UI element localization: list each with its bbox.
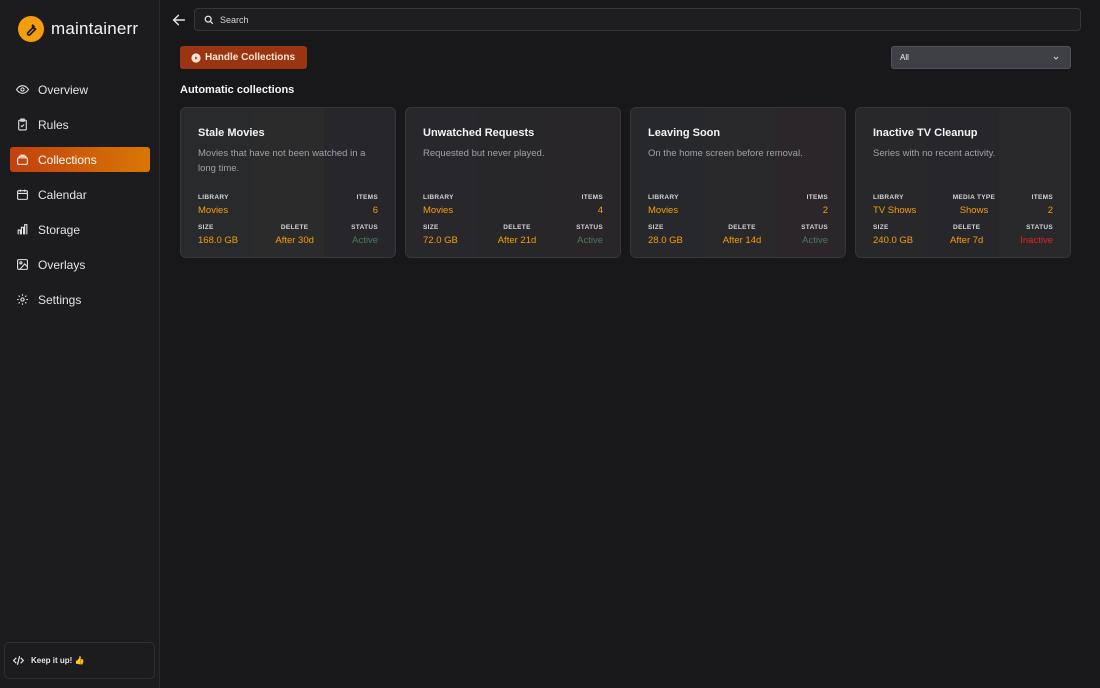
collection-card-stale-movies[interactable]: Stale Movies Movies that have not been w…	[180, 107, 396, 258]
delete-value: After 21d	[497, 235, 537, 246]
code-icon	[12, 656, 25, 665]
delete-label: DELETE	[280, 224, 309, 231]
status-value: Inactive	[1020, 235, 1053, 246]
section-title: Automatic collections	[180, 84, 295, 96]
library-label: LIBRARY	[423, 194, 454, 201]
sidebar-item-label: Overlays	[38, 257, 86, 272]
eye-icon	[16, 85, 29, 94]
library-label: LIBRARY	[873, 194, 904, 201]
chevron-down-icon	[1053, 56, 1059, 60]
archive-icon	[17, 154, 28, 165]
sidebar-item-label: Collections	[38, 152, 97, 167]
sidebar-item-calendar[interactable]: Calendar	[10, 182, 150, 207]
sidebar-item-label: Overview	[38, 82, 89, 97]
sidebar-item-collections[interactable]: Collections	[10, 147, 150, 172]
collection-card-unwatched-requests[interactable]: Unwatched Requests Requested but never p…	[405, 107, 621, 258]
card-title: Unwatched Requests	[423, 127, 535, 139]
size-label: SIZE	[198, 224, 214, 231]
library-value: Movies	[198, 205, 229, 216]
delete-value: After 14d	[722, 235, 762, 246]
sidebar-item-overlays[interactable]: Overlays	[10, 252, 150, 277]
status-label: STATUS	[1026, 224, 1053, 231]
sidebar-item-overview[interactable]: Overview	[10, 77, 150, 102]
size-label: SIZE	[873, 224, 889, 231]
size-value: 72.0 GB	[423, 235, 458, 246]
items-value: 2	[1047, 205, 1053, 216]
status-label: STATUS	[576, 224, 603, 231]
keep-it-up-label: Keep it up! 👍	[31, 656, 85, 665]
items-label: ITEMS	[581, 194, 603, 201]
library-filter-select[interactable]: All	[891, 46, 1071, 69]
calendar-icon	[17, 189, 28, 200]
size-label: SIZE	[648, 224, 664, 231]
library-filter-value: All	[900, 53, 909, 62]
delete-value: After 30d	[275, 235, 314, 246]
library-label: LIBRARY	[198, 194, 229, 201]
status-label: STATUS	[351, 224, 378, 231]
size-value: 168.0 GB	[198, 235, 239, 246]
sidebar-item-storage[interactable]: Storage	[10, 217, 150, 242]
sidebar-item-label: Settings	[38, 292, 82, 307]
card-title: Inactive TV Cleanup	[873, 127, 978, 139]
sidebar-item-label: Storage	[38, 222, 81, 237]
handle-collections-button[interactable]: Handle Collections	[180, 46, 307, 69]
size-label: SIZE	[423, 224, 439, 231]
items-label: ITEMS	[356, 194, 378, 201]
status-value: Active	[577, 235, 603, 246]
library-value: Movies	[648, 205, 679, 216]
app-logo[interactable]: maintainerr	[18, 16, 138, 42]
search-bar[interactable]	[194, 8, 1081, 31]
items-label: ITEMS	[806, 194, 828, 201]
sidebar-item-label: Calendar	[38, 187, 87, 202]
wrench-icon	[18, 16, 44, 42]
delete-label: DELETE	[503, 224, 531, 231]
card-description: Movies that have not been watched in a l…	[198, 148, 366, 174]
size-value: 28.0 GB	[648, 235, 683, 246]
collection-card-inactive-tv-cleanup[interactable]: Inactive TV Cleanup Series with no recen…	[855, 107, 1071, 258]
bar-chart-icon	[17, 224, 28, 235]
gear-icon	[17, 294, 28, 305]
library-label: LIBRARY	[648, 194, 679, 201]
clipboard-check-icon	[18, 118, 27, 131]
app-name: maintainerr	[51, 19, 139, 38]
sidebar-nav: Overview Rules Collections Calendar Stor…	[10, 77, 150, 322]
status-value: Active	[802, 235, 828, 246]
sidebar: maintainerr Overview Rules Collections C…	[0, 0, 160, 688]
status-value: Active	[352, 235, 378, 246]
sidebar-item-settings[interactable]: Settings	[10, 287, 150, 312]
sidebar-item-label: Rules	[38, 117, 69, 132]
media-type-value: Shows	[959, 205, 989, 216]
image-icon	[17, 259, 28, 270]
items-value: 2	[822, 205, 828, 216]
delete-label: DELETE	[728, 224, 756, 231]
keep-it-up-banner[interactable]: Keep it up! 👍	[4, 642, 155, 679]
library-value: TV Shows	[873, 205, 917, 216]
delete-label: DELETE	[952, 224, 981, 231]
collection-card-leaving-soon[interactable]: Leaving Soon On the home screen before r…	[630, 107, 846, 258]
library-value: Movies	[423, 205, 454, 216]
card-title: Leaving Soon	[648, 127, 721, 139]
sidebar-item-rules[interactable]: Rules	[10, 112, 150, 137]
size-value: 240.0 GB	[873, 235, 914, 246]
media-type-label: MEDIA TYPE	[952, 194, 996, 201]
card-description: On the home screen before removal.	[648, 148, 803, 159]
card-description: Requested but never played.	[423, 148, 545, 159]
items-value: 6	[372, 205, 378, 216]
items-label: ITEMS	[1031, 194, 1053, 201]
back-arrow-icon[interactable]	[171, 12, 187, 28]
search-icon	[204, 15, 214, 24]
delete-value: After 7d	[950, 235, 984, 246]
card-description: Series with no recent activity.	[873, 148, 996, 159]
card-title: Stale Movies	[198, 127, 265, 139]
play-circle-icon	[191, 52, 201, 63]
search-input[interactable]	[220, 14, 1040, 25]
status-label: STATUS	[801, 224, 828, 231]
items-value: 4	[597, 205, 603, 216]
handle-collections-label: Handle Collections	[205, 52, 296, 63]
